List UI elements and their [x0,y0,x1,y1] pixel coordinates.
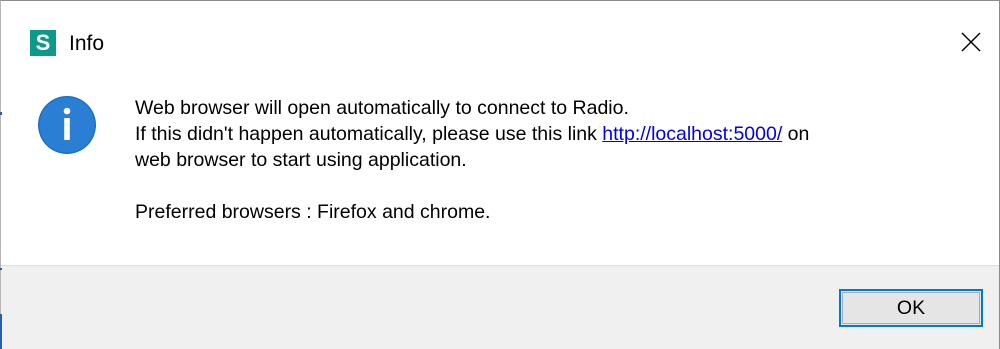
background-window-edge [0,314,2,349]
info-icon [38,96,96,154]
message-line-4: Preferred browsers : Firefox and chrome. [135,201,491,223]
message-line-2-suffix: on [782,123,810,145]
close-icon [961,32,981,52]
close-button[interactable] [943,19,999,65]
button-bar: OK [1,265,999,349]
message-line-3: web browser to start using application. [135,149,467,171]
message-line-2: If this didn't happen automatically, ple… [135,121,985,147]
window-title: Info [69,32,105,55]
title-bar[interactable]: S Info [1,1,999,83]
message-text: Web browser will open automatically to c… [135,95,985,225]
info-dialog: S Info Web browser will open automatical… [0,0,1000,349]
background-window-edge [0,268,2,270]
message-line-1: Web browser will open automatically to c… [135,97,629,119]
background-window-edge [0,112,2,115]
localhost-link[interactable]: http://localhost:5000/ [602,123,782,145]
app-logo-icon: S [30,30,56,56]
message-line-2-prefix: If this didn't happen automatically, ple… [135,123,603,145]
dialog-content: Web browser will open automatically to c… [1,83,999,265]
ok-button[interactable]: OK [839,289,983,327]
